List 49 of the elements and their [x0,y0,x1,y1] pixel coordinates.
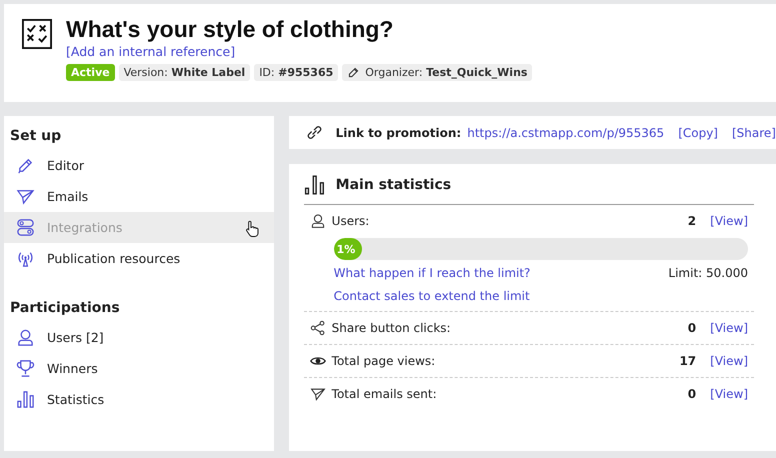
trophy-icon [16,359,35,378]
hand-cursor-icon [244,220,259,237]
stat-label: Total page views: [332,354,436,368]
user-icon [16,328,35,347]
stat-value: 0 [688,387,696,401]
sidebar-item[interactable]: Editor [4,150,274,181]
view-link[interactable]: [View] [710,214,748,228]
stat-label: Users: [332,214,370,228]
promotion-action-link[interactable]: [Share] [732,126,776,140]
view-link[interactable]: [View] [710,354,748,368]
pencil-icon [347,66,360,79]
promotion-action-link[interactable]: [Copy] [678,126,718,140]
paper-plane-icon [16,187,35,206]
info-tag: ID: #955365 [254,64,338,81]
view-link[interactable]: [View] [710,321,748,335]
section-title: Set up [9,128,62,146]
contact-sales-link[interactable]: Contact sales to extend the limit [334,289,530,303]
add-reference-link[interactable]: [Add an internal reference] [66,44,236,59]
progress-fill: 1% [334,238,362,260]
limit-help-link[interactable]: What happen if I reach the limit? [334,266,668,280]
bar-chart-icon [16,390,35,409]
sidebar-item[interactable]: Emails [4,181,274,212]
status-badge: Active [66,64,115,81]
sidebar-item[interactable]: Statistics [4,384,274,415]
sidebar-item[interactable]: Publication resources [4,243,274,274]
stat-label: Total emails sent: [332,387,438,401]
share-icon [310,320,326,336]
user-icon [310,213,326,229]
info-tag: Version: White Label [118,64,250,81]
stat-value: 2 [688,214,696,228]
promotion-url-link[interactable]: https://a.cstmapp.com/p/955365 [467,126,664,140]
link-icon [304,123,324,142]
stat-value: 17 [679,354,696,368]
view-link[interactable]: [View] [710,387,748,401]
page-title: What's your style of clothing? [66,16,394,43]
promotion-label: Link to promotion: [336,126,462,140]
toggles-icon [16,218,35,237]
paper-plane-icon [310,386,326,402]
sidebar-item[interactable]: Users [2] [4,322,274,353]
stat-label: Share button clicks: [332,321,452,335]
pencil-icon [16,156,35,175]
section-title: Participations [9,300,121,318]
organizer-text: Organizer: Test_Quick_Wins [365,66,528,79]
statistics-title: Main statistics [336,177,452,193]
limit-text: Limit: 50.000 [668,266,748,280]
bar-chart-icon [304,174,326,196]
stat-value: 0 [688,321,696,335]
sidebar-item[interactable]: Winners [4,353,274,384]
checklist-logo-icon [22,19,52,49]
